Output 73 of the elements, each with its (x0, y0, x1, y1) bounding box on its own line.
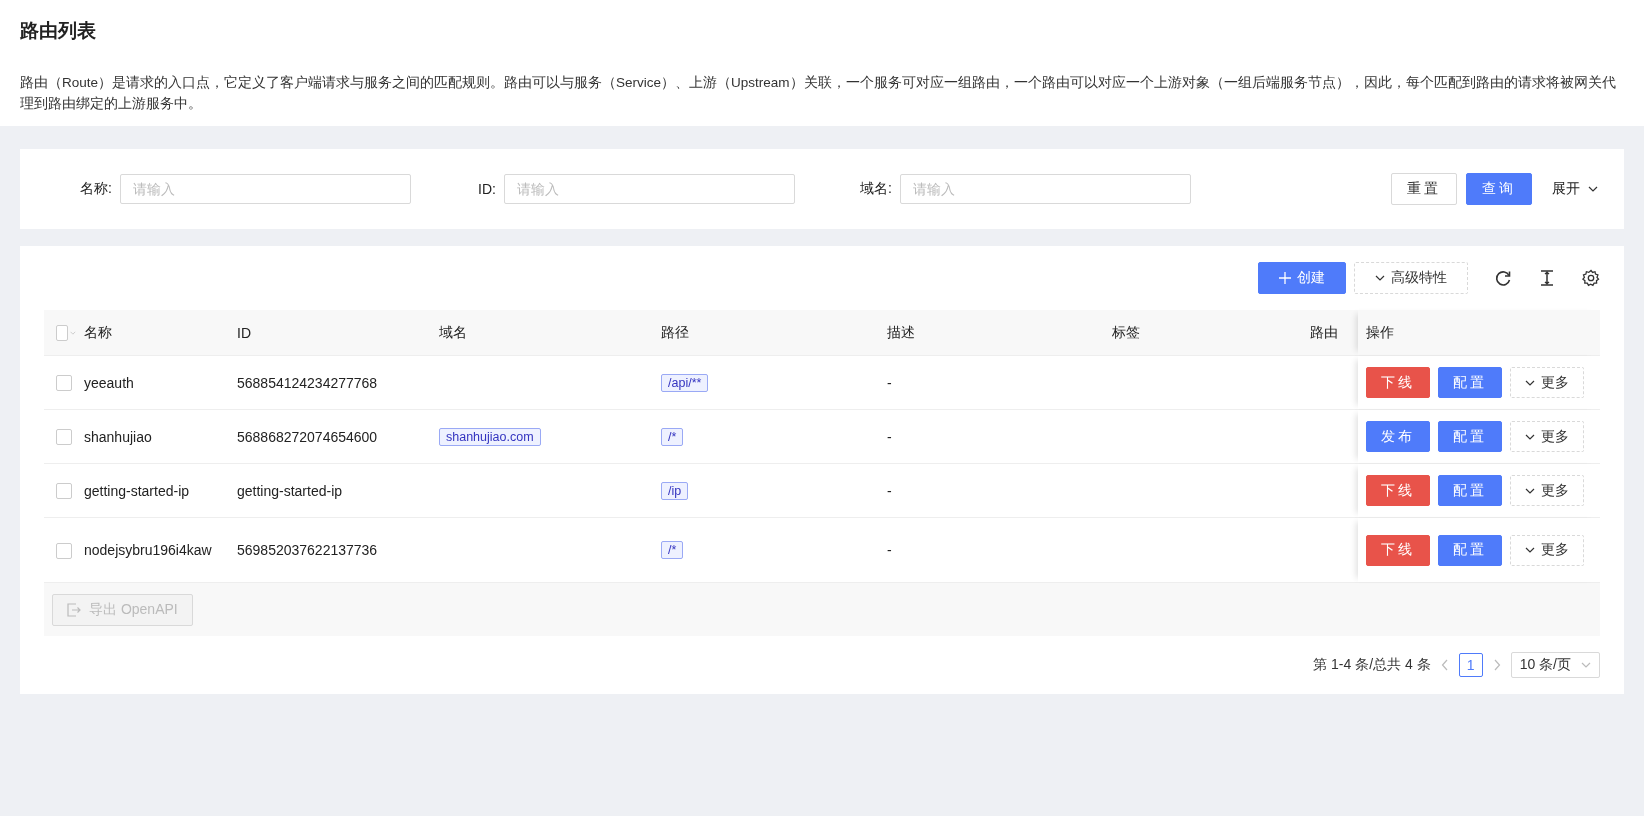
offline-button[interactable]: 下线 (1366, 534, 1430, 566)
previous-page-icon[interactable] (1440, 659, 1449, 671)
pagination-summary: 第 1-4 条/总共 4 条 (1313, 656, 1431, 674)
column-header: 描述 (887, 323, 915, 340)
column-header: 路径 (661, 323, 689, 340)
next-page-icon[interactable] (1492, 659, 1501, 671)
advanced-features-button[interactable]: 高级特性 (1354, 262, 1468, 294)
chevron-down-icon (1375, 275, 1385, 281)
path-tag: /ip (661, 481, 689, 500)
route-name: nodejsybru196i4kaw (84, 542, 212, 558)
path-tag: /* (661, 541, 684, 559)
row-checkbox[interactable] (56, 542, 72, 559)
column-height-icon[interactable] (1538, 269, 1556, 287)
chevron-down-icon (1525, 433, 1535, 440)
offline-button[interactable]: 下线 (1366, 475, 1430, 506)
create-button[interactable]: 创建 (1258, 262, 1346, 294)
column-header: 标签 (1112, 323, 1140, 340)
description-cell: - (887, 428, 892, 445)
page-description: 路由（Route）是请求的入口点，它定义了客户端请求与服务之间的匹配规则。路由可以与服务（Service）、上游（Upstream）关联，一个服务可对应一组路由，一个路由可以对应一个上游对象（一组后端服务节点），因此，每个匹配到路由的请求将被网关代理到路由绑定的上游服务中。 (20, 74, 1617, 113)
chevron-down-icon (1525, 547, 1535, 553)
chevron-down-icon (1581, 662, 1591, 668)
path-tag: /* (661, 427, 684, 446)
search-field[interactable]: 请输入 (900, 174, 1191, 204)
page-title: 路由列表 (20, 19, 97, 43)
route-name: getting-started-ip (84, 482, 190, 499)
page-button[interactable]: 1 (1458, 653, 1483, 677)
query-button[interactable]: 查询 (1466, 173, 1532, 205)
chevron-down-icon (70, 329, 76, 336)
chevron-down-icon (1525, 487, 1535, 494)
route-id: 569852037622137736 (237, 542, 378, 558)
more-button[interactable]: 更多 (1510, 367, 1584, 398)
host-tag: shanhujiao.com (439, 427, 541, 446)
action-button[interactable]: 发布 (1366, 421, 1430, 452)
settings-icon[interactable] (1582, 269, 1600, 287)
action-button[interactable]: 配置 (1438, 475, 1502, 506)
column-header: 路由 (1310, 323, 1338, 340)
column-header: 操作 (1366, 323, 1394, 342)
route-id: 568868272074654600 (237, 428, 378, 445)
path-tag: /api/** (661, 373, 709, 392)
export-icon (67, 602, 81, 617)
plus-icon (1279, 272, 1291, 284)
select-all-checkbox[interactable] (56, 324, 69, 341)
search-field[interactable]: 请输入 (119, 174, 411, 204)
more-button[interactable]: 更多 (1510, 475, 1584, 506)
more-button[interactable]: 更多 (1510, 421, 1584, 452)
description-cell: - (887, 374, 892, 391)
row-checkbox[interactable] (56, 483, 72, 500)
column-header: 域名 (439, 323, 467, 340)
more-button[interactable]: 更多 (1510, 534, 1584, 566)
page-size-select[interactable]: 10 条/页 (1510, 652, 1600, 678)
route-id: getting-started-ip (237, 482, 343, 499)
expand-button[interactable]: 展开 (1546, 179, 1604, 199)
chevron-down-icon (1525, 379, 1535, 386)
refresh-icon[interactable] (1494, 269, 1512, 287)
column-header: 名称 (84, 323, 112, 340)
route-id: 568854124234277768 (237, 374, 378, 391)
description-cell: - (887, 482, 892, 499)
chevron-down-icon (1588, 186, 1598, 192)
search-field[interactable]: 请输入 (504, 174, 795, 204)
action-button[interactable]: 配置 (1438, 421, 1502, 452)
reset-button[interactable]: 重置 (1391, 173, 1457, 205)
row-checkbox[interactable] (56, 429, 72, 446)
field-label: ID: (477, 181, 497, 197)
row-checkbox[interactable] (56, 375, 72, 392)
description-cell: - (887, 542, 892, 558)
offline-button[interactable]: 下线 (1366, 367, 1430, 398)
field-label: 名称: (80, 180, 113, 198)
action-button[interactable]: 配置 (1438, 367, 1502, 398)
field-label: 域名: (859, 180, 893, 198)
route-name: yeeauth (84, 374, 134, 391)
column-header: ID (237, 324, 251, 341)
action-button[interactable]: 配置 (1438, 534, 1502, 566)
route-name: shanhujiao (84, 428, 152, 445)
